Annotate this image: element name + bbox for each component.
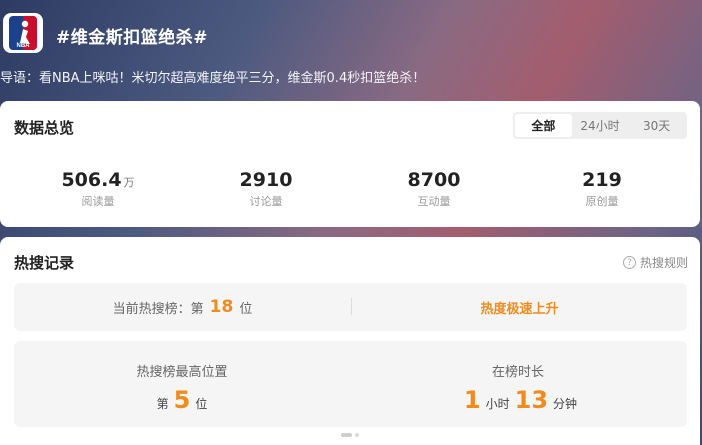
current-rank-panel: 当前热搜榜：第 18 位 热度极速上升: [14, 283, 687, 331]
highest-prefix: 第: [156, 397, 169, 411]
rank-history-panel: 热搜榜最高位置 第 5 位 在榜时长 1 小时 13 分钟: [14, 341, 687, 427]
topic-title: #维金斯扣篮绝杀#: [56, 28, 208, 48]
stat-label: 讨论量: [249, 195, 283, 208]
highest-label: 热搜榜最高位置: [136, 365, 228, 380]
overview-title: 数据总览: [14, 119, 75, 137]
stat-reads: 506.4 万 阅读量: [23, 169, 173, 209]
stat-label: 互动量: [417, 195, 451, 208]
tab-all[interactable]: 全部: [515, 114, 572, 137]
stat-value: 506.4: [61, 169, 122, 191]
stat-value: 219: [582, 169, 622, 191]
duration-minutes: 13: [514, 386, 549, 414]
highest-value: 5: [173, 386, 191, 414]
nba-logo-graphic: NBA: [9, 16, 37, 50]
topic-header: NBA #维金斯扣篮绝杀# 导语：看NBA上咪咕！米切尔超高难度绝平三分，维金斯…: [0, 0, 702, 100]
duration-label: 在榜时长: [491, 365, 544, 380]
topic-intro: 导语：看NBA上咪咕！米切尔超高难度绝平三分，维金斯0.4秒扣篮绝杀！: [0, 71, 426, 86]
rank-suffix: 位: [239, 301, 253, 317]
duration-minutes-unit: 分钟: [553, 397, 578, 411]
rank-prefix: 当前热搜榜：第: [112, 301, 204, 317]
question-circle-icon: ?: [622, 256, 636, 269]
duration-hours: 1: [463, 386, 481, 414]
highest-position: 热搜榜最高位置 第 5 位: [14, 341, 350, 427]
on-list-duration: 在榜时长 1 小时 13 分钟: [350, 341, 686, 427]
rank-value: 18: [209, 297, 234, 317]
duration-hours-unit: 小时: [485, 397, 510, 411]
hot-search-title: 热搜记录: [14, 254, 75, 272]
time-range-selector: 全部 24小时 30天: [513, 112, 687, 139]
logo-text: NBA: [17, 43, 31, 49]
stat-unit: 万: [123, 176, 135, 189]
page-dot-active: [341, 433, 352, 437]
nba-logo-icon: NBA: [3, 13, 43, 53]
tab-30d[interactable]: 30天: [628, 114, 685, 137]
hot-search-rules-link[interactable]: ? 热搜规则: [622, 254, 688, 271]
stat-value: 8700: [407, 169, 461, 191]
stats-row: 506.4 万 阅读量 2910 讨论量 8700 互动量 219 原创量: [0, 169, 700, 209]
trend-status: 热度极速上升: [480, 301, 559, 317]
tab-24h[interactable]: 24小时: [572, 114, 629, 137]
rules-label: 热搜规则: [639, 256, 688, 270]
stat-originals: 219 原创量: [527, 169, 677, 209]
hot-search-card: 热搜记录 ? 热搜规则 当前热搜榜：第 18 位 热度极速上升 热搜榜最高位置 …: [0, 237, 700, 445]
page-dot: [355, 433, 359, 437]
page-indicator: [341, 433, 359, 437]
stat-label: 原创量: [585, 195, 619, 208]
stat-interactions: 8700 互动量: [359, 169, 509, 209]
highest-suffix: 位: [195, 397, 208, 411]
stat-discussions: 2910 讨论量: [191, 169, 341, 209]
current-rank: 当前热搜榜：第 18 位: [14, 283, 351, 331]
stat-label: 阅读量: [81, 195, 115, 208]
stat-value: 2910: [239, 169, 293, 191]
data-overview-card: 数据总览 全部 24小时 30天 506.4 万 阅读量 2910 讨论量 870…: [0, 101, 700, 227]
